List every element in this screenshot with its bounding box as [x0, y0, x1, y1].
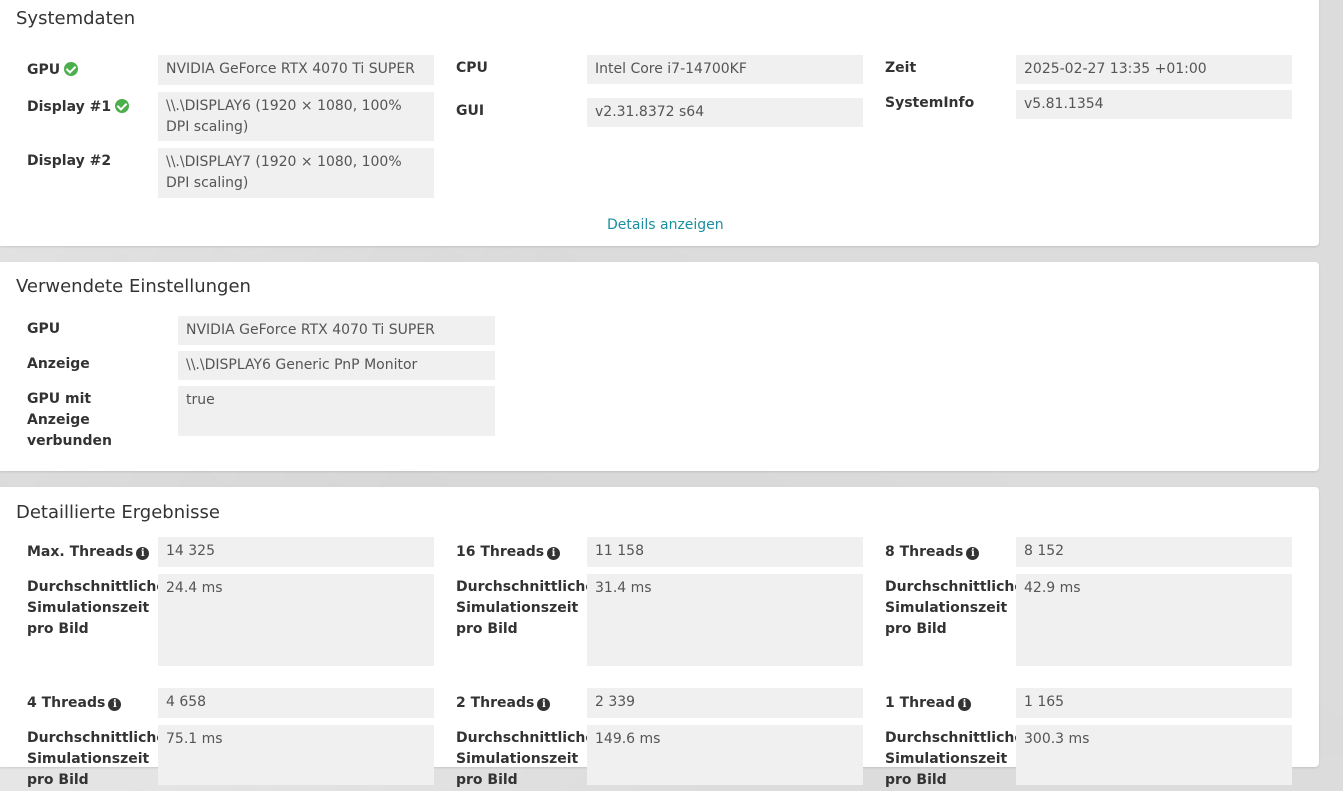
gui-label: GUI — [456, 103, 485, 119]
t1-label: 1 Thread i — [885, 693, 971, 714]
t8-label-text: 8 Threads — [885, 544, 964, 560]
einstellungen-title: Verwendete Einstellungen — [16, 276, 251, 297]
display2-label: Display #2 — [27, 153, 112, 169]
settings-verbunden-label: GPU mit Anzeige verbunden — [27, 391, 112, 449]
max-threads-label-text: Max. Threads — [27, 544, 134, 560]
details-anzeigen-link[interactable]: Details anzeigen — [607, 217, 724, 233]
info-icon[interactable]: i — [547, 547, 561, 560]
zeit-label: Zeit — [885, 60, 917, 76]
t4-value: 4 658 — [158, 688, 434, 718]
display1-value: \\.\DISPLAY6 (1920 × 1080, 100% DPI scal… — [158, 92, 434, 141]
info-icon[interactable]: i — [108, 698, 122, 711]
settings-gpu-value: NVIDIA GeForce RTX 4070 Ti SUPER — [178, 316, 495, 345]
t16-avg-label: Durchschnittliche Simulationszeit pro Bi… — [456, 579, 595, 637]
t2-avg-value: 149.6 ms — [587, 725, 863, 785]
t8-label: 8 Threads i — [885, 542, 980, 563]
info-icon[interactable]: i — [537, 698, 551, 711]
t16-label: 16 Threads i — [456, 542, 561, 563]
t1-value: 1 165 — [1016, 688, 1292, 718]
t4-avg-label: Durchschnittliche Simulationszeit pro Bi… — [27, 730, 166, 788]
t16-value: 11 158 — [587, 537, 863, 567]
t4-avg-value: 75.1 ms — [158, 725, 434, 785]
display1-label-text: Display #1 — [27, 99, 112, 115]
systeminfo-label: SystemInfo — [885, 95, 975, 111]
max-threads-label: Max. Threads i — [27, 542, 150, 563]
check-icon — [64, 62, 79, 76]
t1-label-text: 1 Thread — [885, 695, 955, 711]
settings-verbunden-value: true — [178, 386, 495, 436]
check-icon — [115, 99, 130, 113]
settings-anzeige-value: \\.\DISPLAY6 Generic PnP Monitor — [178, 351, 495, 380]
t2-value: 2 339 — [587, 688, 863, 718]
t2-label-text: 2 Threads — [456, 695, 535, 711]
systemdaten-card: Systemdaten GPU NVIDIA GeForce RTX 4070 … — [0, 0, 1319, 246]
display1-label: Display #1 — [27, 97, 130, 118]
display2-value: \\.\DISPLAY7 (1920 × 1080, 100% DPI scal… — [158, 148, 434, 198]
t1-avg-value: 300.3 ms — [1016, 725, 1292, 785]
t4-label: 4 Threads i — [27, 693, 122, 714]
t8-value: 8 152 — [1016, 537, 1292, 567]
gpu-value: NVIDIA GeForce RTX 4070 Ti SUPER — [158, 55, 434, 85]
t8-avg-label: Durchschnittliche Simulationszeit pro Bi… — [885, 579, 1024, 637]
zeit-value: 2025-02-27 13:35 +01:00 — [1016, 55, 1292, 84]
info-icon[interactable]: i — [966, 547, 980, 560]
t16-label-text: 16 Threads — [456, 544, 545, 560]
systemdaten-title: Systemdaten — [16, 8, 136, 29]
max-threads-avg-label: Durchschnittliche Simulationszeit pro Bi… — [27, 579, 166, 637]
cpu-value: Intel Core i7-14700KF — [587, 55, 863, 84]
gpu-label-text: GPU — [27, 62, 61, 78]
t2-label: 2 Threads i — [456, 693, 551, 714]
t8-avg-value: 42.9 ms — [1016, 574, 1292, 666]
gui-value: v2.31.8372 s64 — [587, 98, 863, 127]
cpu-label: CPU — [456, 60, 488, 76]
t2-avg-label: Durchschnittliche Simulationszeit pro Bi… — [456, 730, 595, 788]
t1-avg-label: Durchschnittliche Simulationszeit pro Bi… — [885, 730, 1024, 788]
t16-avg-value: 31.4 ms — [587, 574, 863, 666]
info-icon[interactable]: i — [958, 698, 971, 711]
systeminfo-value: v5.81.1354 — [1016, 90, 1292, 119]
max-threads-avg-value: 24.4 ms — [158, 574, 434, 666]
ergebnisse-card: Detaillierte Ergebnisse Max. Threads i 14… — [0, 487, 1319, 788]
max-threads-value: 14 325 — [158, 537, 434, 567]
ergebnisse-title: Detaillierte Ergebnisse — [16, 502, 220, 523]
settings-gpu-label: GPU — [27, 321, 61, 337]
info-icon[interactable]: i — [136, 547, 150, 560]
gpu-label: GPU — [27, 60, 79, 81]
t4-label-text: 4 Threads — [27, 695, 106, 711]
settings-anzeige-label: Anzeige — [27, 356, 90, 372]
einstellungen-card: Verwendete Einstellungen GPU NVIDIA GeFo… — [0, 262, 1319, 471]
